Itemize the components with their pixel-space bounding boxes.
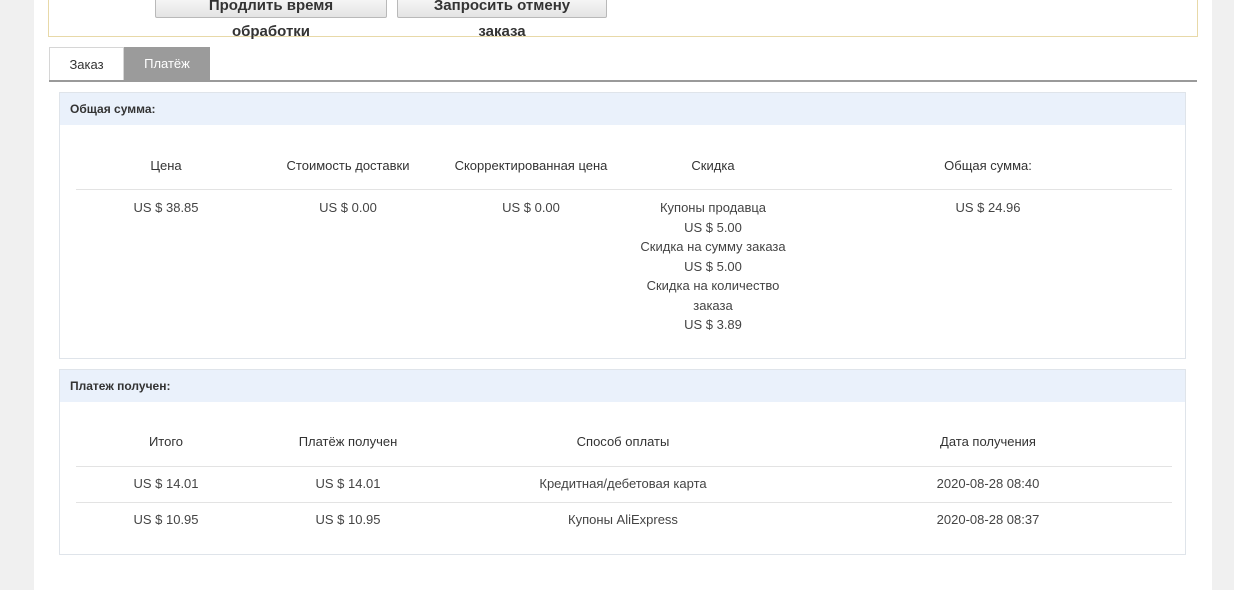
col-header-adjusted-price: Скорректированная цена: [454, 158, 608, 173]
col-header-price: Цена: [150, 158, 182, 173]
col-header-shipping: Стоимость доставки: [286, 158, 410, 173]
tab-order[interactable]: Заказ: [49, 47, 124, 80]
row-2-received: US $ 10.95: [315, 512, 381, 527]
col-header-date: Дата получения: [940, 434, 1036, 449]
col-header-discount: Скидка: [691, 158, 735, 173]
row-2-date: 2020-08-28 08:37: [936, 512, 1040, 527]
order-actions-box: Продлить время обработки Запросить отмен…: [48, 0, 1198, 40]
discount-line: US $ 5.00: [684, 258, 742, 274]
row-2-total: US $ 10.95: [133, 512, 199, 527]
col-header-received: Платёж получен: [298, 434, 398, 449]
header-divider: [76, 189, 1172, 190]
tab-payment[interactable]: Платёж: [124, 47, 210, 80]
col-header-payment-method: Способ оплаты: [576, 434, 670, 449]
payment-received-panel: Платеж получен: Итого Платёж получен Спо…: [59, 369, 1186, 555]
adjusted-price-value: US $ 0.00: [502, 200, 560, 215]
tab-bar: Заказ Платёж: [49, 47, 1197, 82]
total-panel-title: Общая сумма:: [60, 93, 1185, 125]
header-divider: [76, 466, 1172, 467]
discount-line: US $ 5.00: [684, 219, 742, 235]
row-divider: [76, 502, 1172, 503]
discount-line: US $ 3.89: [684, 317, 742, 332]
col-header-subtotal: Итого: [148, 434, 184, 449]
discount-breakdown: Купоны продавца US $ 5.00 Скидка на сумм…: [633, 198, 793, 335]
page-content: Продлить время обработки Запросить отмен…: [34, 0, 1212, 590]
row-2-method: Купоны AliExpress: [568, 512, 678, 527]
row-1-date: 2020-08-28 08:40: [936, 476, 1040, 491]
discount-line: Купоны продавца: [659, 200, 767, 215]
discount-line: Скидка на количество: [646, 278, 780, 293]
total-value: US $ 24.96: [955, 200, 1021, 215]
price-value: US $ 38.85: [133, 200, 199, 215]
discount-line: Скидка на сумму заказа: [640, 239, 786, 254]
row-1-received: US $ 14.01: [315, 476, 381, 491]
row-1-total: US $ 14.01: [133, 476, 199, 491]
col-header-total: Общая сумма:: [944, 158, 1032, 173]
request-order-cancel-button[interactable]: Запросить отмену заказа: [397, 0, 607, 40]
total-amount-panel: Общая сумма: Цена Стоимость доставки Ско…: [59, 92, 1186, 359]
extend-processing-time-button[interactable]: Продлить время обработки: [155, 0, 387, 40]
discount-line: заказа: [693, 297, 733, 313]
shipping-value: US $ 0.00: [319, 200, 377, 215]
row-1-method: Кредитная/дебетовая карта: [539, 476, 707, 491]
paid-panel-title: Платеж получен:: [60, 370, 1185, 402]
